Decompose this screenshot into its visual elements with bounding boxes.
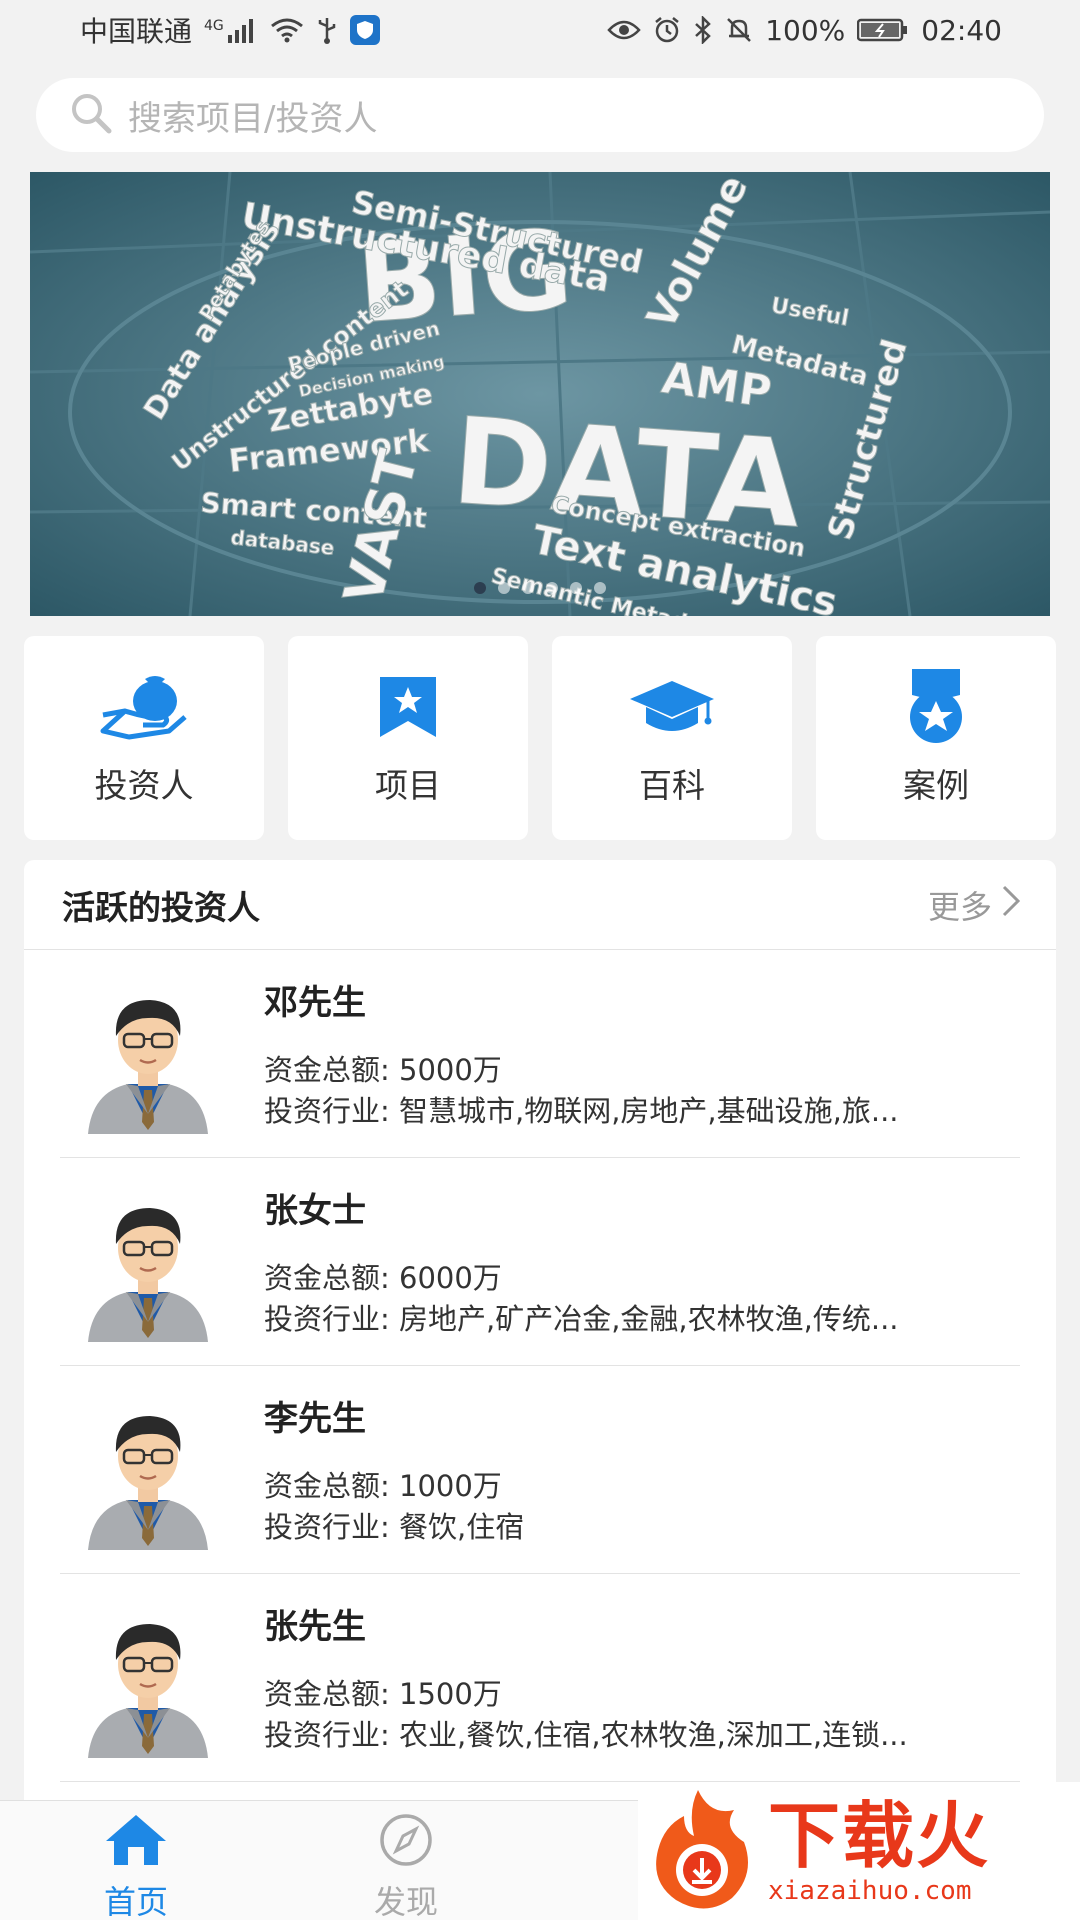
flame-logo-icon xyxy=(648,1786,758,1916)
category-investor[interactable]: 投资人 xyxy=(24,636,264,840)
nav-home[interactable]: 首页 xyxy=(66,1813,206,1920)
battery-icon xyxy=(857,15,909,45)
category-label: 项目 xyxy=(375,766,441,805)
more-label[interactable]: 更多 xyxy=(928,882,992,928)
nav-home-label[interactable]: 首页 xyxy=(104,1877,168,1920)
usb-icon xyxy=(316,15,338,45)
carousel-dot[interactable] xyxy=(522,582,534,594)
category-wiki[interactable]: 百科 xyxy=(552,636,792,840)
watermark-text: 下载火 xyxy=(768,1794,991,1878)
avatar xyxy=(88,1207,208,1342)
investor-industry: 投资行业: 房地产,矿产冶金,金融,农林牧渔,传统... xyxy=(264,1302,899,1336)
category-grid: 投资人 项目 百科 案例 xyxy=(24,636,1056,840)
nav-discover-label[interactable]: 发现 xyxy=(374,1877,438,1920)
banner-carousel[interactable]: BIG DATA Semi-Structured Unstructured da… xyxy=(30,172,1050,616)
carousel-indicator[interactable] xyxy=(30,582,1050,594)
carousel-dot[interactable] xyxy=(570,582,582,594)
watermark-logo: 下载火 xiazaihuo.com xyxy=(638,1782,1080,1920)
investor-industry: 投资行业: 农业,餐饮,住宿,农林牧渔,深加工,连锁... xyxy=(264,1718,908,1752)
carousel-dot[interactable] xyxy=(546,582,558,594)
category-project[interactable]: 项目 xyxy=(288,636,528,840)
investor-name: 邓先生 xyxy=(264,983,366,1023)
signal-icon xyxy=(227,15,258,45)
investor-name: 张先生 xyxy=(264,1607,366,1647)
medal-star-icon xyxy=(891,669,981,745)
security-shield-icon xyxy=(349,15,380,45)
watermark-url: xiazaihuo.com xyxy=(768,1876,972,1906)
carousel-dot[interactable] xyxy=(474,582,486,594)
network-type: 4G xyxy=(204,18,224,34)
carrier-label: 中国联通 xyxy=(80,15,193,48)
search-bar[interactable]: 搜索项目/投资人 xyxy=(36,78,1044,152)
category-label: 投资人 xyxy=(94,766,194,805)
clock-time: 02:40 xyxy=(921,13,1002,47)
section-title: 活跃的投资人 xyxy=(62,887,260,927)
carousel-dot[interactable] xyxy=(498,582,510,594)
status-bar: 中国联通 4G 100% 02:40 xyxy=(0,0,1080,60)
mute-bell-icon xyxy=(725,15,753,45)
investor-name: 李先生 xyxy=(264,1399,366,1439)
search-input-placeholder[interactable]: 搜索项目/投资人 xyxy=(128,91,377,140)
active-investors-panel: 活跃的投资人 更多 邓先生 资金总额: 5000万 投资行业: 智慧城市,物联网… xyxy=(24,860,1056,1800)
investor-amount: 资金总额: 6000万 xyxy=(264,1261,502,1295)
panel-header: 活跃的投资人 更多 xyxy=(24,860,1056,950)
investor-row[interactable]: 张先生 资金总额: 1500万 投资行业: 农业,餐饮,住宿,农林牧渔,深加工,… xyxy=(60,1574,1020,1782)
avatar xyxy=(88,1623,208,1758)
bluetooth-icon xyxy=(693,15,713,45)
investor-row[interactable]: 邓先生 资金总额: 5000万 投资行业: 智慧城市,物联网,房地产,基础设施,… xyxy=(60,950,1020,1158)
investor-industry: 投资行业: 餐饮,住宿 xyxy=(264,1510,525,1544)
banner-image: BIG DATA Semi-Structured Unstructured da… xyxy=(30,172,1050,616)
category-case[interactable]: 案例 xyxy=(816,636,1056,840)
battery-percent: 100% xyxy=(765,13,846,47)
graduation-cap-icon xyxy=(627,669,717,745)
compass-icon xyxy=(378,1813,434,1871)
category-label: 案例 xyxy=(903,766,969,805)
avatar xyxy=(88,999,208,1134)
investor-row[interactable]: 李先生 资金总额: 1000万 投资行业: 餐饮,住宿 xyxy=(60,1366,1020,1574)
investor-amount: 资金总额: 5000万 xyxy=(264,1053,502,1087)
carousel-dot[interactable] xyxy=(594,582,606,594)
category-label: 百科 xyxy=(639,766,705,805)
nav-discover[interactable]: 发现 xyxy=(336,1813,476,1920)
eye-icon xyxy=(607,15,641,45)
investor-money-bag-icon xyxy=(99,669,189,745)
alarm-icon xyxy=(653,15,681,45)
chevron-right-icon xyxy=(1000,884,1022,926)
bookmark-star-icon xyxy=(363,669,453,745)
investor-name: 张女士 xyxy=(264,1191,366,1231)
search-icon xyxy=(68,90,114,140)
more-link[interactable]: 更多 xyxy=(928,882,1022,928)
wifi-icon xyxy=(270,15,304,45)
investor-amount: 资金总额: 1000万 xyxy=(264,1469,502,1503)
investor-row[interactable]: 张女士 资金总额: 6000万 投资行业: 房地产,矿产冶金,金融,农林牧渔,传… xyxy=(60,1158,1020,1366)
avatar xyxy=(88,1415,208,1550)
home-icon xyxy=(104,1813,168,1871)
investor-amount: 资金总额: 1500万 xyxy=(264,1677,502,1711)
investor-industry: 投资行业: 智慧城市,物联网,房地产,基础设施,旅... xyxy=(264,1094,899,1128)
